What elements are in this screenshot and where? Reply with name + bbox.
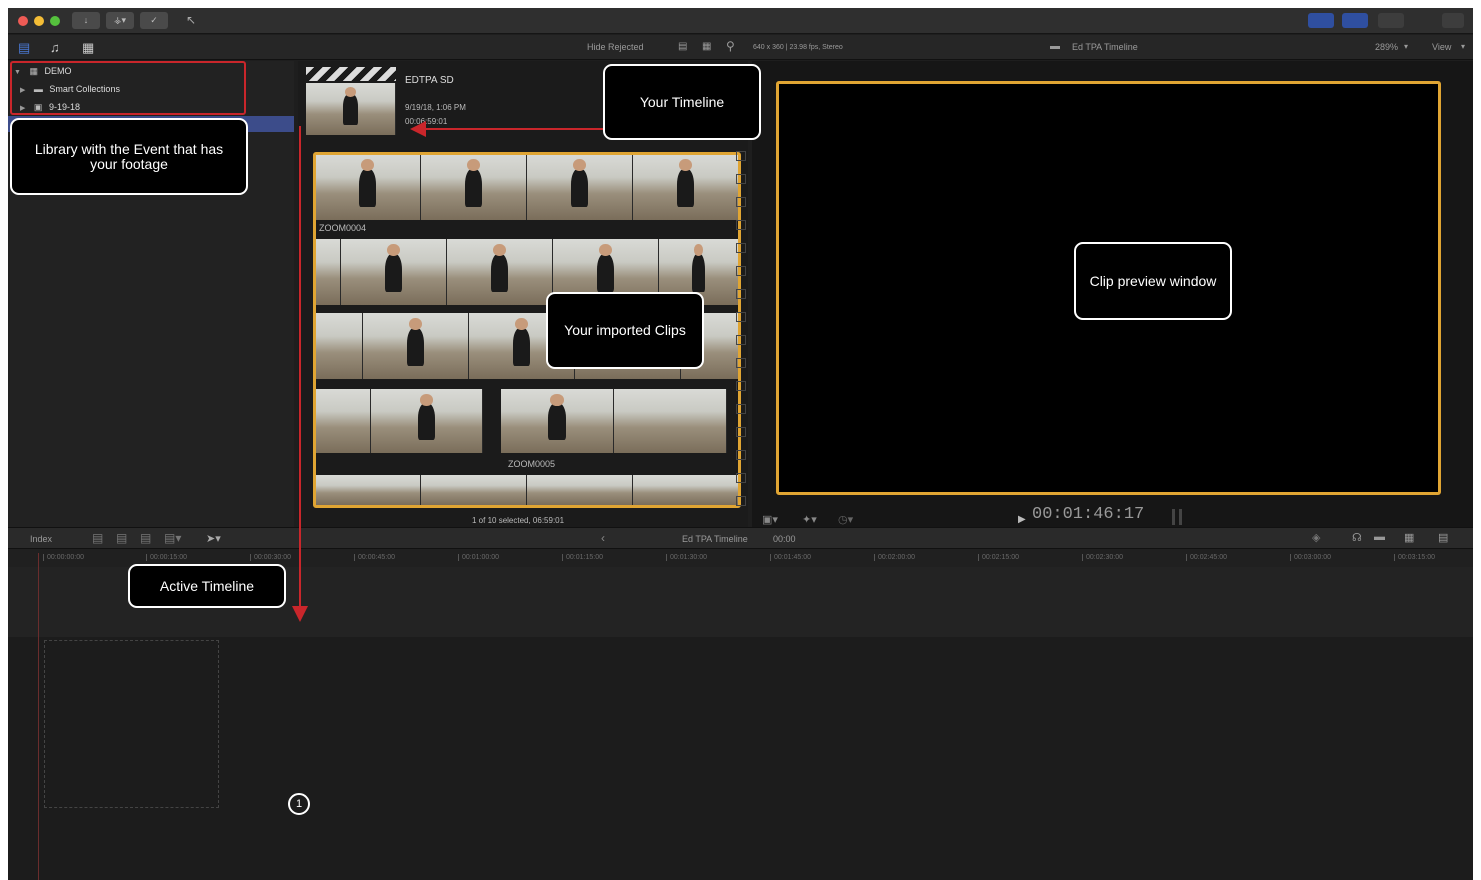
share-button[interactable]	[1442, 13, 1464, 28]
hide-rejected-filter[interactable]: Hide Rejected	[587, 42, 644, 52]
select-tool-icon[interactable]: ➤▾	[206, 532, 221, 545]
timeline-index-button[interactable]: Index	[30, 534, 52, 544]
keywords-button[interactable]: ⚶▾	[106, 12, 134, 29]
project-duration: 00:06:59:01	[405, 117, 448, 126]
ruler-tick: 00:02:15:00	[978, 554, 1019, 561]
timeline-name: Ed TPA Timeline	[682, 534, 748, 544]
project-date: 9/19/18, 1:06 PM	[405, 103, 466, 112]
timeline-bar: Index ▤ ▤ ▤ ▤▾ ➤▾ ‹ Ed TPA Timeline 00:0…	[8, 527, 1473, 549]
zoom-chevron-icon: ▾	[1404, 42, 1409, 51]
format-info: 640 x 360 | 23.98 fps, Stereo	[753, 44, 843, 51]
filmstrip-view-icon[interactable]: ▤	[678, 41, 687, 52]
ruler-tick: 00:01:15:00	[562, 554, 603, 561]
overwrite-clip-icon[interactable]: ▤▾	[164, 531, 181, 545]
timeline-timecode: 00:00	[773, 534, 796, 544]
library-callout-text: Library with the Event that has your foo…	[34, 140, 224, 172]
speed-tool-icon[interactable]: ◷▾	[838, 513, 853, 526]
insert-clip-icon[interactable]: ▤	[116, 531, 127, 545]
minimize-window-button[interactable]	[34, 16, 44, 26]
ruler-tick: 00:03:00:00	[1290, 554, 1331, 561]
viewer-options-icon[interactable]: ▣▾	[762, 513, 778, 526]
clip-appearance-icon[interactable]: ▦	[702, 41, 711, 52]
titles-generators-icon[interactable]: ▦	[82, 40, 94, 56]
ruler-tick: 00:02:45:00	[1186, 554, 1227, 561]
ruler-tick: 00:03:15:00	[1394, 554, 1435, 561]
search-icon[interactable]: ⚲	[726, 39, 735, 53]
library-highlight-box	[10, 61, 246, 115]
libraries-icon[interactable]: ▤	[18, 40, 30, 56]
background-tasks-button[interactable]: ✓	[140, 12, 168, 29]
timeline-drop-zone[interactable]	[44, 640, 219, 808]
project-thumbnail[interactable]	[306, 83, 396, 135]
back-chevron-icon[interactable]: ‹	[601, 531, 605, 545]
photos-audio-icon[interactable]: ♫	[50, 40, 60, 55]
project-title: EDTPA SD	[405, 75, 454, 86]
imported-clips-callout: Your imported Clips	[546, 292, 704, 369]
active-timeline-callout: Active Timeline	[128, 564, 286, 608]
ruler-tick: 00:02:00:00	[874, 554, 915, 561]
library-callout: Library with the Event that has your foo…	[10, 118, 248, 195]
import-media-button[interactable]: ↓	[72, 12, 100, 29]
zoom-level-menu[interactable]: 289%	[1375, 42, 1398, 52]
step-number-badge: 1	[288, 793, 310, 815]
solo-icon[interactable]: ▦	[1404, 531, 1414, 544]
your-timeline-callout-text: Your Timeline	[639, 93, 725, 110]
snapping-icon[interactable]: ▬	[1374, 531, 1385, 543]
viewer-title: Ed TPA Timeline	[1072, 42, 1138, 52]
ruler-tick: 00:00:30:00	[250, 554, 291, 561]
audio-skimming-icon[interactable]: ◈	[1312, 531, 1320, 544]
ruler-tick: 00:01:45:00	[770, 554, 811, 561]
ruler-tick: 00:00:15:00	[146, 554, 187, 561]
ruler-tick: 00:00:00:00	[43, 554, 84, 561]
transform-tool-icon[interactable]: ✦▾	[802, 513, 817, 526]
append-clip-icon[interactable]: ▤	[140, 531, 151, 545]
timeline-project-icon: ▬	[1050, 41, 1060, 52]
view-menu[interactable]: View	[1432, 42, 1451, 52]
viewer-timecode: 00:01:46:17	[1032, 505, 1145, 524]
close-window-button[interactable]	[18, 16, 28, 26]
timeline-layout-button[interactable]	[1342, 13, 1368, 28]
browser-toolbar: ▤ ♫ ▦ Hide Rejected ▤ ▦ ⚲ 640 x 360 | 23…	[8, 35, 1473, 60]
filmstrip-sprocket-strip	[734, 151, 748, 521]
selection-status: 1 of 10 selected, 06:59:01	[472, 516, 565, 525]
timeline-playhead[interactable]	[38, 553, 39, 880]
browser-layout-button[interactable]	[1308, 13, 1334, 28]
ruler-tick: 00:01:00:00	[458, 554, 499, 561]
title-bar: ↓ ⚶▾ ✓ ↖	[8, 8, 1473, 34]
your-timeline-callout: Your Timeline	[603, 64, 761, 140]
ruler-tick: 00:01:30:00	[666, 554, 707, 561]
imported-clips-callout-text: Your imported Clips	[564, 322, 686, 338]
inspector-layout-button[interactable]	[1378, 13, 1404, 28]
pointer-icon: ↖	[186, 13, 197, 27]
play-icon[interactable]: ▶	[1018, 514, 1026, 525]
clip-preview-callout-text: Clip preview window	[1089, 272, 1217, 289]
clip-appearance-icon[interactable]: ▤	[1438, 531, 1448, 544]
ruler-tick: 00:00:45:00	[354, 554, 395, 561]
zoom-window-button[interactable]	[50, 16, 60, 26]
view-chevron-icon: ▾	[1461, 42, 1466, 51]
project-clapper-icon	[306, 67, 396, 81]
active-timeline-callout-text: Active Timeline	[159, 577, 255, 594]
headphones-icon[interactable]: ☊	[1352, 531, 1362, 544]
connect-clip-icon[interactable]: ▤	[92, 531, 103, 545]
audio-meter-icon[interactable]	[1172, 509, 1182, 525]
clip-preview-callout: Clip preview window	[1074, 242, 1232, 320]
ruler-tick: 00:02:30:00	[1082, 554, 1123, 561]
